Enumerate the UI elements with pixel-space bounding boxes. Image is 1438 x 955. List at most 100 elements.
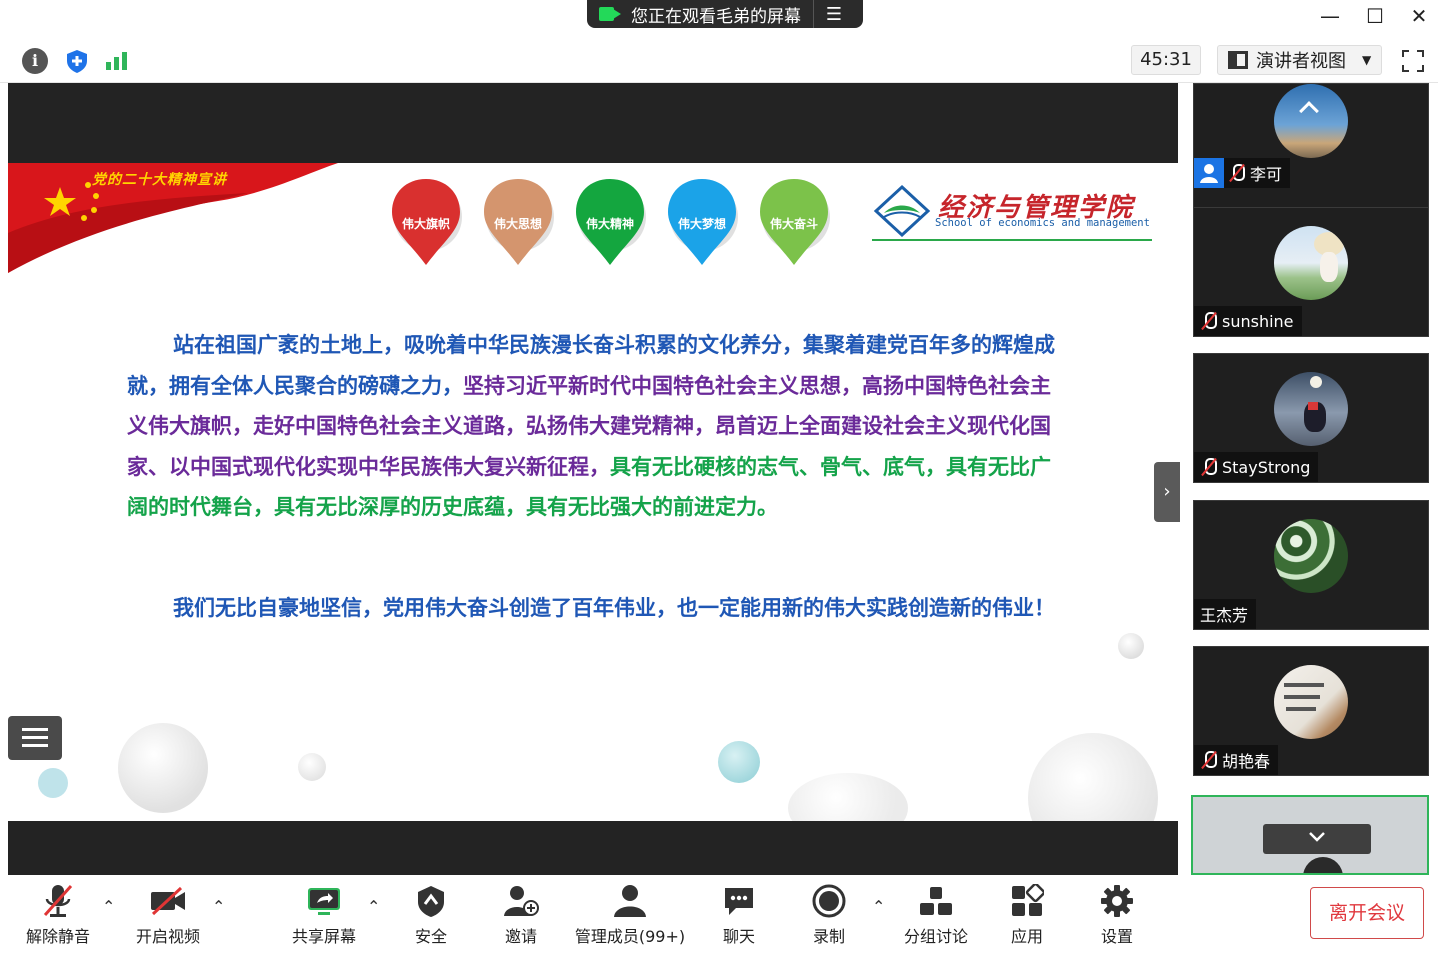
participant-tile[interactable]: 李可 <box>1193 83 1429 213</box>
maximize-button[interactable]: ☐ <box>1360 4 1390 28</box>
chevron-up-icon[interactable] <box>1299 101 1319 121</box>
theme-pin-label: 伟大梦想 <box>677 217 726 231</box>
video-options-caret[interactable]: ⌃ <box>212 897 225 916</box>
mic-muted-icon <box>1228 163 1246 183</box>
presentation-slide: 党的二十大精神宣讲 伟大旗帜 伟大思想 伟大精神 伟大梦想 伟大奋斗 经济与管理学院 S… <box>8 163 1178 821</box>
college-logo: 经济与管理学院 School of economics and manageme… <box>872 183 1152 241</box>
signal-strength-icon[interactable] <box>106 48 132 74</box>
participants-icon <box>574 881 686 921</box>
slide-menu-button[interactable] <box>8 716 62 760</box>
apps-button[interactable]: 应用 <box>1000 881 1054 947</box>
participant-name: sunshine <box>1222 311 1294 331</box>
participant-name: 李可 <box>1250 165 1283 184</box>
breakout-rooms-button[interactable]: 分组讨论 <box>900 881 972 947</box>
list-icon[interactable]: ☰ <box>814 4 854 25</box>
theme-pin-label: 伟大思想 <box>493 217 542 231</box>
zoom-meeting-window: 您正在观看毛弟的屏幕 ☰ — ☐ ✕ i 45:31 演讲者视图 ▼ 党的二十大… <box>0 0 1438 955</box>
decor-sphere <box>118 723 208 813</box>
theme-pin: 伟大奋斗 <box>756 175 832 267</box>
theme-pin-label: 伟大奋斗 <box>769 217 818 231</box>
participant-name: StayStrong <box>1222 457 1311 477</box>
participant-nametag: 王杰芳 <box>1194 599 1257 629</box>
record-options-caret[interactable]: ⌃ <box>872 897 885 916</box>
participant-tile[interactable]: sunshine <box>1193 207 1429 337</box>
unmute-button[interactable]: 解除静音 <box>22 881 94 947</box>
participant-nametag: sunshine <box>1194 306 1302 336</box>
decor-sphere <box>788 773 908 821</box>
collapse-panel-button[interactable]: › <box>1154 462 1180 522</box>
meeting-toolbar: 解除静音 ⌃ 开启视频 ⌃ 共享屏幕 ⌃ 安全 邀请 管理成员(99+) 聊天 … <box>0 875 1438 955</box>
screen-share-notice[interactable]: 您正在观看毛弟的屏幕 ☰ <box>587 0 863 28</box>
mic-muted-icon <box>22 881 94 921</box>
share-screen-icon <box>288 881 360 921</box>
manage-participants-button[interactable]: 管理成员(99+) <box>574 881 686 947</box>
breakout-rooms-icon <box>900 881 972 921</box>
settings-button[interactable]: 设置 <box>1090 881 1144 947</box>
decor-sphere <box>38 768 68 798</box>
info-icon[interactable]: i <box>22 48 48 74</box>
mic-muted-icon <box>1200 750 1218 770</box>
chat-icon <box>712 881 766 921</box>
chat-button[interactable]: 聊天 <box>712 881 766 947</box>
caret-down-icon: ▼ <box>1362 53 1372 67</box>
decor-sphere <box>1118 633 1144 659</box>
theme-pin-label: 伟大旗帜 <box>401 217 450 231</box>
decor-sphere <box>1028 733 1158 821</box>
theme-pin: 伟大思想 <box>480 175 556 267</box>
video-off-icon <box>132 881 204 921</box>
leave-meeting-button[interactable]: 离开会议 <box>1310 887 1424 939</box>
mic-muted-icon <box>1200 311 1218 331</box>
participant-nametag: 胡艳春 <box>1194 745 1279 775</box>
view-mode-label: 演讲者视图 <box>1256 51 1346 72</box>
security-shield-icon <box>404 881 458 921</box>
participant-tile[interactable]: StayStrong <box>1193 353 1429 483</box>
share-screen-button[interactable]: 共享屏幕 <box>288 881 360 947</box>
avatar <box>1274 665 1348 739</box>
slide-paragraph-1: 站在祖国广袤的土地上，吸吮着中华民族漫长奋斗积累的文化养分，集聚着建党百年多的辉… <box>127 325 1067 528</box>
mic-muted-icon <box>1200 457 1218 477</box>
invite-button[interactable]: 邀请 <box>494 881 548 947</box>
fullscreen-icon[interactable] <box>1401 49 1425 73</box>
avatar <box>1274 84 1348 158</box>
college-emblem-icon <box>873 184 931 237</box>
title-bar: 您正在观看毛弟的屏幕 ☰ — ☐ ✕ <box>0 0 1438 38</box>
slide-header-title: 党的二十大精神宣讲 <box>92 172 227 188</box>
participant-tile[interactable]: 王杰芳 <box>1193 500 1429 630</box>
theme-pin: 伟大精神 <box>572 175 648 267</box>
close-button[interactable]: ✕ <box>1404 4 1434 28</box>
participant-name: 胡艳春 <box>1222 752 1271 771</box>
theme-pin-label: 伟大精神 <box>585 217 634 231</box>
record-button[interactable]: 录制 <box>802 881 856 947</box>
record-icon <box>802 881 856 921</box>
share-notice-text: 您正在观看毛弟的屏幕 <box>631 6 801 27</box>
audio-options-caret[interactable]: ⌃ <box>102 897 115 916</box>
chevron-down-icon[interactable] <box>1263 824 1371 854</box>
shield-icon[interactable] <box>64 48 90 74</box>
apps-icon <box>1000 881 1054 921</box>
start-video-button[interactable]: 开启视频 <box>132 881 204 947</box>
video-camera-icon <box>599 5 625 23</box>
view-mode-dropdown[interactable]: 演讲者视图 ▼ <box>1217 45 1382 75</box>
user-icon <box>1194 158 1224 188</box>
minimize-button[interactable]: — <box>1315 4 1345 28</box>
security-button[interactable]: 安全 <box>404 881 458 947</box>
speaker-view-icon <box>1228 51 1248 69</box>
participant-nametag: StayStrong <box>1194 452 1319 482</box>
decor-sphere <box>718 741 760 783</box>
participant-nametag: 李可 <box>1194 158 1291 188</box>
avatar <box>1274 226 1348 300</box>
decor-sphere <box>298 753 326 781</box>
theme-pin: 伟大梦想 <box>664 175 740 267</box>
theme-pin: 伟大旗帜 <box>388 175 464 267</box>
share-options-caret[interactable]: ⌃ <box>367 897 380 916</box>
add-user-icon <box>494 881 548 921</box>
avatar <box>1274 519 1348 593</box>
gear-icon <box>1090 881 1144 921</box>
college-name-en: School of economics and management <box>935 217 1150 229</box>
avatar <box>1274 372 1348 446</box>
slide-paragraph-2: 我们无比自豪地坚信，党用伟大奋斗创造了百年伟业，也一定能用新的伟大实践创造新的伟… <box>127 588 1067 629</box>
participant-tile[interactable]: 胡艳春 <box>1193 646 1429 776</box>
paragraph-2-text: 我们无比自豪地坚信，党用伟大奋斗创造了百年伟业，也一定能用新的伟大实践创造新的伟… <box>173 596 1055 620</box>
meeting-timer: 45:31 <box>1131 45 1201 75</box>
self-video-tile[interactable] <box>1191 795 1429 875</box>
